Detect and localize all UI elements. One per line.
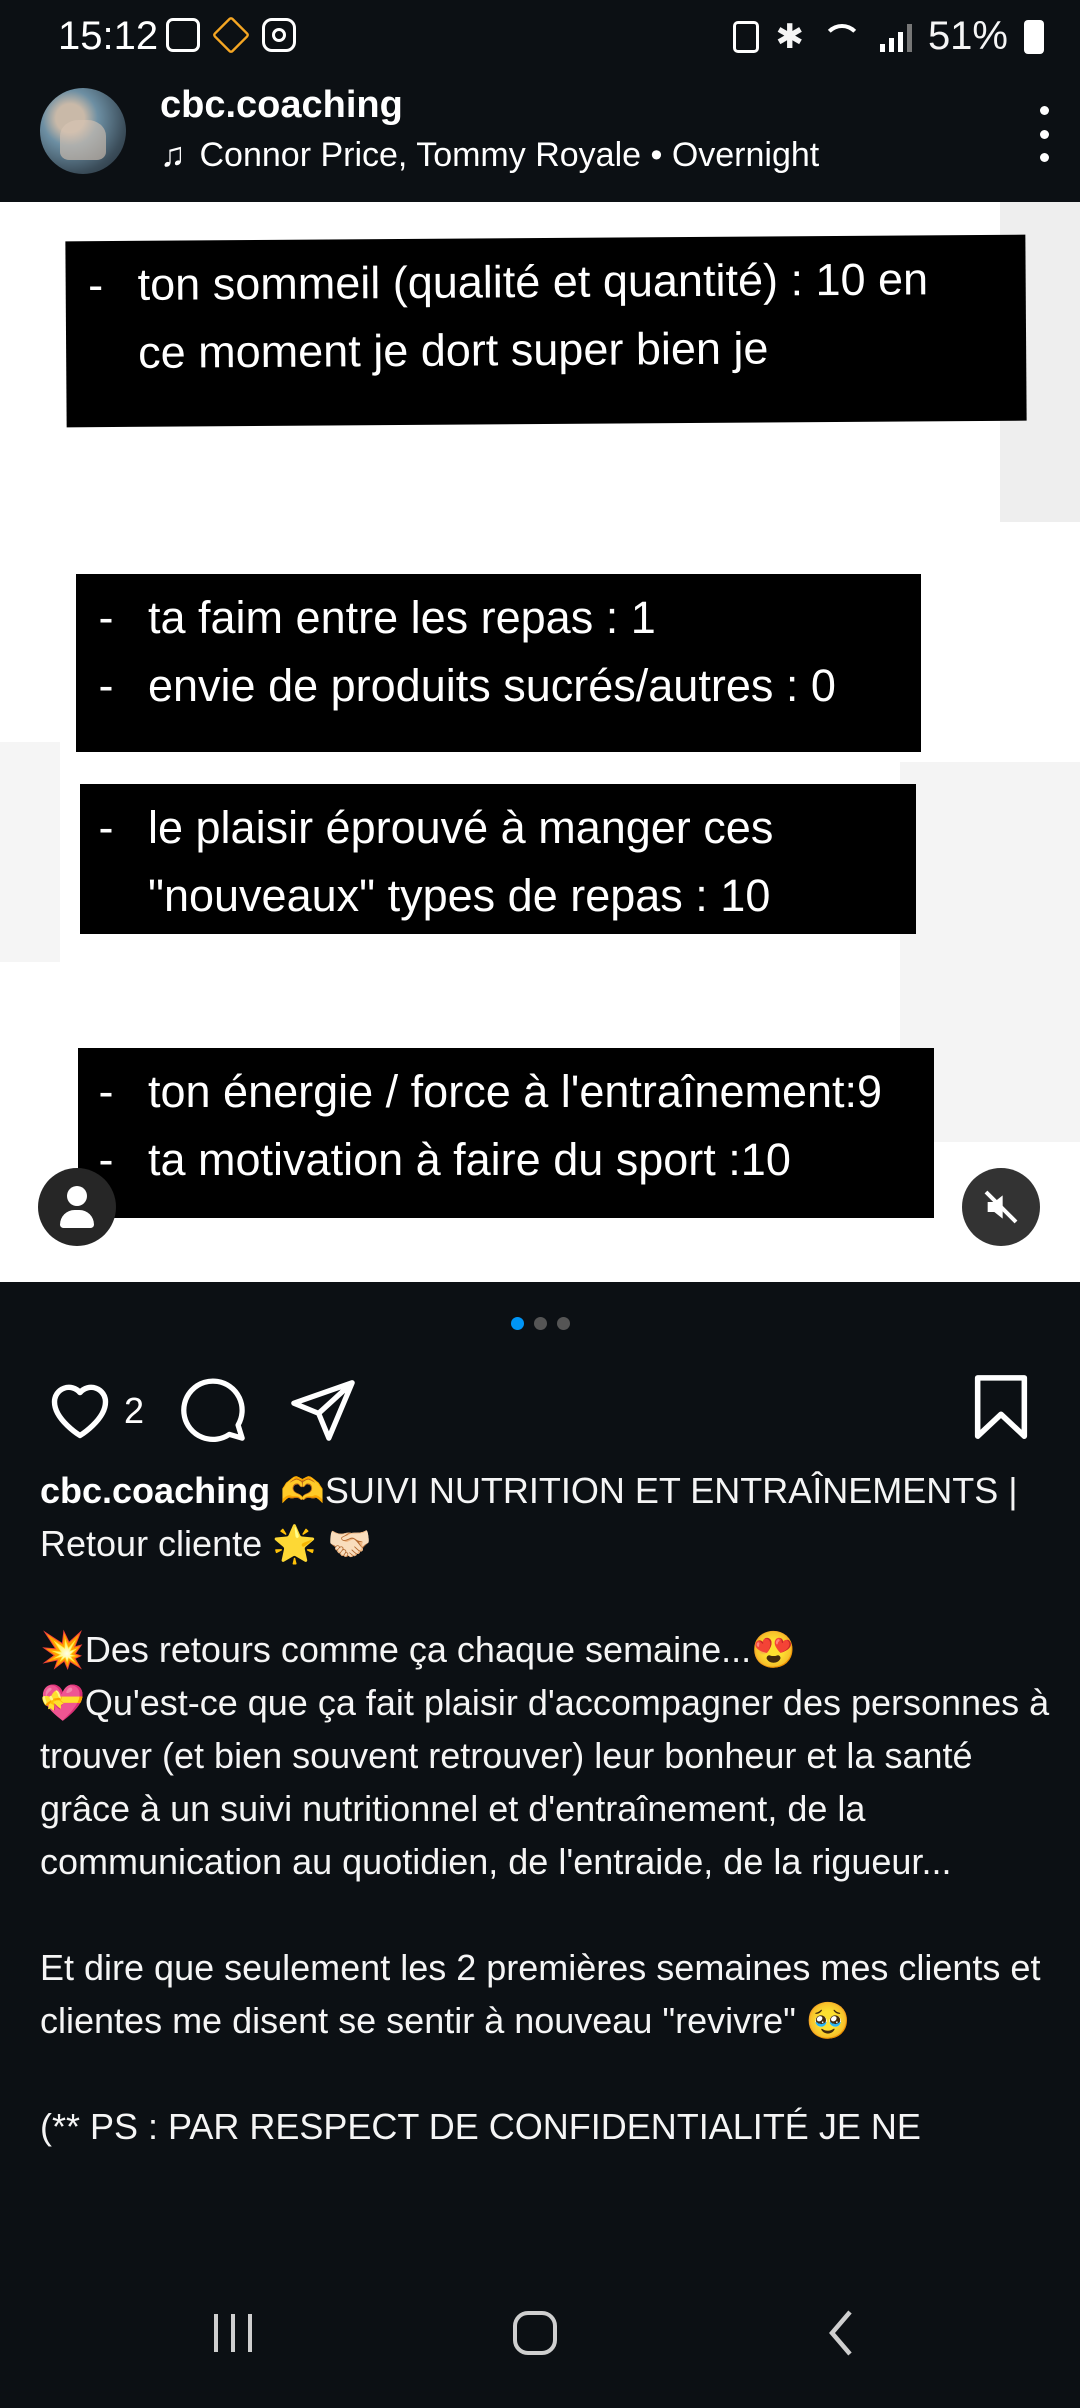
back-icon[interactable] xyxy=(818,2308,868,2358)
bluetooth-icon: ✱ xyxy=(775,17,804,56)
status-time: 15:12 xyxy=(58,14,159,58)
nfc-icon xyxy=(733,20,760,53)
caption-paragraph: (** PS : PAR RESPECT DE CONFIDENTIALITÉ … xyxy=(40,2106,921,2147)
carousel-dot xyxy=(510,1317,524,1330)
battery-icon xyxy=(1024,19,1044,54)
post-actions: 2 xyxy=(0,1368,1080,1468)
mute-button[interactable] xyxy=(962,1168,1040,1246)
app-icon xyxy=(211,15,251,55)
bookmark-icon[interactable] xyxy=(968,1372,1034,1442)
more-options-icon[interactable] xyxy=(1038,106,1050,162)
caption-paragraph: 💝Qu'est-ce que ça fait plaisir d'accompa… xyxy=(40,1682,1050,1882)
music-note-icon: ♫ xyxy=(160,136,186,174)
carousel-dot xyxy=(556,1317,570,1330)
signal-icon xyxy=(879,22,912,52)
wifi-icon xyxy=(820,20,864,54)
instagram-icon xyxy=(262,18,296,52)
music-info[interactable]: ♫ Connor Price, Tommy Royale • Overnight xyxy=(160,136,819,175)
carousel-indicator xyxy=(0,1317,1080,1330)
post-media[interactable]: - ton sommeil (qualité et quantité) : 10 … xyxy=(0,202,1080,1282)
caption-paragraph: Et dire que seulement les 2 premières se… xyxy=(40,1947,1041,2041)
caption-paragraph: 💥Des retours comme ça chaque semaine...😍 xyxy=(40,1629,796,1670)
system-nav-bar xyxy=(0,2262,1080,2408)
carousel-dot xyxy=(533,1317,547,1330)
tagged-users-button[interactable] xyxy=(38,1168,116,1246)
highlight-block: -le plaisir éprouvé à manger ces -"nouve… xyxy=(80,784,916,934)
highlight-block: - ton énergie / force à l'entraînement:9 … xyxy=(78,1048,934,1218)
caption-username[interactable]: cbc.coaching xyxy=(40,1470,270,1511)
post-username[interactable]: cbc.coaching xyxy=(160,84,403,127)
like-count[interactable]: 2 xyxy=(124,1390,144,1432)
post-header: cbc.coaching ♫ Connor Price, Tommy Royal… xyxy=(0,76,1080,202)
comment-icon[interactable] xyxy=(178,1374,248,1444)
highlight-block: - ton sommeil (qualité et quantité) : 10 … xyxy=(65,234,1027,428)
gallery-icon xyxy=(166,18,200,52)
highlight-block: - ta faim entre les repas : 1 - envie de p… xyxy=(76,574,921,752)
home-icon[interactable] xyxy=(510,2308,560,2358)
recent-apps-icon[interactable] xyxy=(208,2308,258,2358)
status-bar: 15:12 ✱ 51% xyxy=(0,0,1080,76)
music-label: Connor Price, Tommy Royale • Overnight xyxy=(199,136,820,174)
speaker-muted-icon xyxy=(984,1190,1018,1224)
avatar[interactable] xyxy=(40,88,126,174)
share-icon[interactable] xyxy=(288,1374,358,1444)
battery-percent: 51% xyxy=(927,14,1008,58)
heart-icon[interactable] xyxy=(44,1374,116,1440)
post-caption: cbc.coaching 🫶SUIVI NUTRITION ET ENTRAÎN… xyxy=(40,1464,1050,2206)
